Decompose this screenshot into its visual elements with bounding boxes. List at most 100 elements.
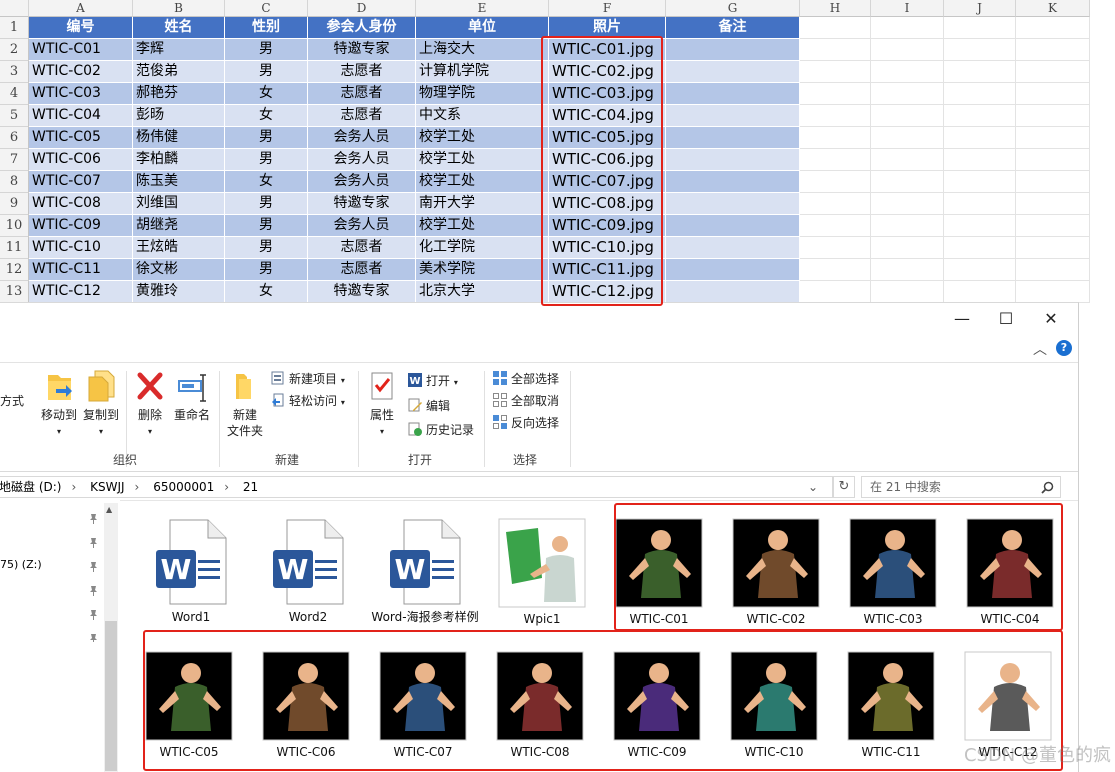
table-cell[interactable]: 校学工处 bbox=[416, 149, 549, 171]
empty-cell[interactable] bbox=[871, 83, 944, 105]
empty-cell[interactable] bbox=[944, 17, 1016, 39]
row-header[interactable]: 8 bbox=[0, 171, 29, 193]
table-cell[interactable] bbox=[666, 281, 800, 303]
table-cell[interactable]: 志愿者 bbox=[308, 105, 416, 127]
row-header[interactable]: 11 bbox=[0, 237, 29, 259]
empty-cell[interactable] bbox=[944, 61, 1016, 83]
table-cell[interactable]: 校学工处 bbox=[416, 171, 549, 193]
table-cell[interactable] bbox=[666, 215, 800, 237]
empty-cell[interactable] bbox=[944, 171, 1016, 193]
table-header-cell[interactable]: 性别 bbox=[225, 17, 308, 39]
easy-access-button[interactable]: 轻松访问 ▾ bbox=[270, 392, 345, 411]
breadcrumb-drive[interactable]: 地磁盘 (D:) bbox=[0, 480, 61, 494]
table-cell[interactable]: 会务人员 bbox=[308, 171, 416, 193]
empty-cell[interactable] bbox=[800, 61, 871, 83]
column-header-a[interactable]: A bbox=[29, 0, 133, 17]
row-header[interactable]: 2 bbox=[0, 39, 29, 61]
empty-cell[interactable] bbox=[1016, 149, 1090, 171]
column-header-f[interactable]: F bbox=[549, 0, 666, 17]
row-header[interactable]: 13 bbox=[0, 281, 29, 303]
table-header-cell[interactable]: 姓名 bbox=[133, 17, 225, 39]
new-item-button[interactable]: 新建项目 ▾ bbox=[270, 370, 345, 389]
file-item[interactable]: Wpic1 bbox=[487, 518, 597, 627]
rename-button[interactable]: 重命名 bbox=[170, 369, 214, 423]
table-cell[interactable]: 徐文彬 bbox=[133, 259, 225, 281]
empty-cell[interactable] bbox=[871, 127, 944, 149]
properties-button[interactable]: 属性 ▾ bbox=[362, 369, 402, 437]
row-header[interactable]: 1 bbox=[0, 17, 29, 39]
table-cell[interactable]: 特邀专家 bbox=[308, 193, 416, 215]
table-cell[interactable]: 女 bbox=[225, 105, 308, 127]
table-header-cell[interactable]: 备注 bbox=[666, 17, 800, 39]
empty-cell[interactable] bbox=[1016, 281, 1090, 303]
table-cell[interactable]: 物理学院 bbox=[416, 83, 549, 105]
table-cell[interactable]: 郝艳芬 bbox=[133, 83, 225, 105]
address-dropdown-icon[interactable]: ⌄ bbox=[808, 477, 818, 497]
empty-cell[interactable] bbox=[1016, 127, 1090, 149]
empty-cell[interactable] bbox=[944, 259, 1016, 281]
empty-cell[interactable] bbox=[1016, 215, 1090, 237]
empty-cell[interactable] bbox=[800, 17, 871, 39]
select-none-button[interactable]: 全部取消 bbox=[492, 392, 559, 409]
table-header-cell[interactable]: 参会人身份 bbox=[308, 17, 416, 39]
table-cell[interactable]: 中文系 bbox=[416, 105, 549, 127]
table-cell[interactable]: WTIC-C09 bbox=[29, 215, 133, 237]
table-cell[interactable]: 范俊弟 bbox=[133, 61, 225, 83]
table-cell[interactable]: 李柏麟 bbox=[133, 149, 225, 171]
table-header-cell[interactable]: 单位 bbox=[416, 17, 549, 39]
scroll-up-icon[interactable]: ▲ bbox=[106, 505, 112, 514]
row-header[interactable]: 6 bbox=[0, 127, 29, 149]
table-cell[interactable]: 女 bbox=[225, 281, 308, 303]
table-cell[interactable]: 刘维国 bbox=[133, 193, 225, 215]
empty-cell[interactable] bbox=[1016, 259, 1090, 281]
empty-cell[interactable] bbox=[1016, 237, 1090, 259]
table-cell[interactable]: 男 bbox=[225, 39, 308, 61]
empty-cell[interactable] bbox=[800, 127, 871, 149]
empty-cell[interactable] bbox=[944, 215, 1016, 237]
table-cell[interactable] bbox=[666, 61, 800, 83]
row-header[interactable]: 12 bbox=[0, 259, 29, 281]
collapse-ribbon-icon[interactable]: ︿ bbox=[1030, 339, 1050, 359]
table-cell[interactable]: 杨伟健 bbox=[133, 127, 225, 149]
breadcrumb-separator[interactable]: › bbox=[71, 480, 76, 494]
file-item[interactable]: W Word2 bbox=[253, 518, 363, 625]
select-all-button[interactable]: 全部选择 bbox=[492, 370, 559, 387]
table-cell[interactable]: 特邀专家 bbox=[308, 281, 416, 303]
table-cell[interactable]: 北京大学 bbox=[416, 281, 549, 303]
table-cell[interactable]: WTIC-C06 bbox=[29, 149, 133, 171]
breadcrumb-separator[interactable]: › bbox=[135, 480, 140, 494]
column-header-g[interactable]: G bbox=[666, 0, 800, 17]
empty-cell[interactable] bbox=[1016, 193, 1090, 215]
row-header[interactable]: 7 bbox=[0, 149, 29, 171]
empty-cell[interactable] bbox=[944, 193, 1016, 215]
table-cell[interactable]: WTIC-C12 bbox=[29, 281, 133, 303]
table-cell[interactable] bbox=[666, 259, 800, 281]
column-header-e[interactable]: E bbox=[416, 0, 549, 17]
copy-to-button[interactable]: 复制到 ▾ bbox=[80, 369, 122, 437]
empty-cell[interactable] bbox=[1016, 105, 1090, 127]
table-cell[interactable] bbox=[666, 193, 800, 215]
breadcrumb-kswjj[interactable]: KSWJJ bbox=[90, 480, 124, 494]
table-cell[interactable]: WTIC-C04 bbox=[29, 105, 133, 127]
table-cell[interactable]: WTIC-C01 bbox=[29, 39, 133, 61]
table-cell[interactable]: 王炫皓 bbox=[133, 237, 225, 259]
table-header-cell[interactable]: 编号 bbox=[29, 17, 133, 39]
history-button[interactable]: 历史记录 bbox=[407, 421, 474, 438]
table-cell[interactable] bbox=[666, 127, 800, 149]
table-cell[interactable]: 男 bbox=[225, 237, 308, 259]
empty-cell[interactable] bbox=[944, 39, 1016, 61]
open-button[interactable]: W 打开 ▾ bbox=[407, 372, 458, 391]
row-header[interactable]: 9 bbox=[0, 193, 29, 215]
column-header-j[interactable]: J bbox=[944, 0, 1016, 17]
breadcrumb-separator[interactable]: › bbox=[224, 480, 229, 494]
table-cell[interactable]: WTIC-C07 bbox=[29, 171, 133, 193]
column-header-b[interactable]: B bbox=[133, 0, 225, 17]
empty-cell[interactable] bbox=[871, 281, 944, 303]
table-cell[interactable]: 陈玉美 bbox=[133, 171, 225, 193]
select-all-corner[interactable] bbox=[0, 0, 29, 17]
empty-cell[interactable] bbox=[1016, 17, 1090, 39]
maximize-button[interactable]: ☐ bbox=[983, 303, 1029, 336]
table-cell[interactable] bbox=[666, 83, 800, 105]
row-header[interactable]: 3 bbox=[0, 61, 29, 83]
breadcrumb-21[interactable]: 21 bbox=[243, 480, 258, 494]
